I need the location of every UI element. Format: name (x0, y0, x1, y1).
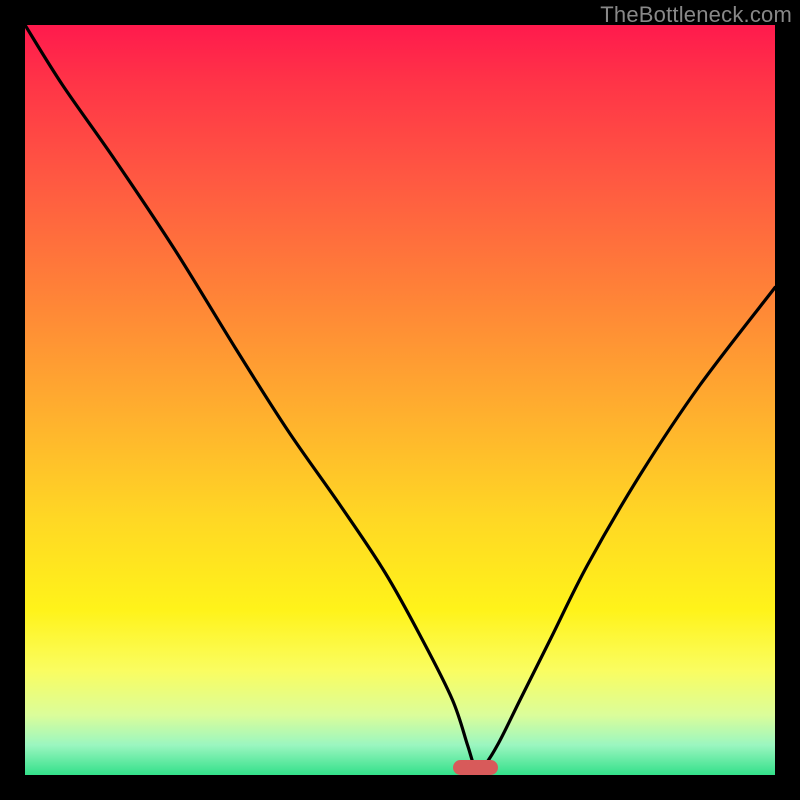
curve-path (25, 25, 775, 770)
chart-frame: TheBottleneck.com (0, 0, 800, 800)
bottleneck-curve (25, 25, 775, 775)
optimal-marker (453, 760, 498, 775)
plot-area (25, 25, 775, 775)
